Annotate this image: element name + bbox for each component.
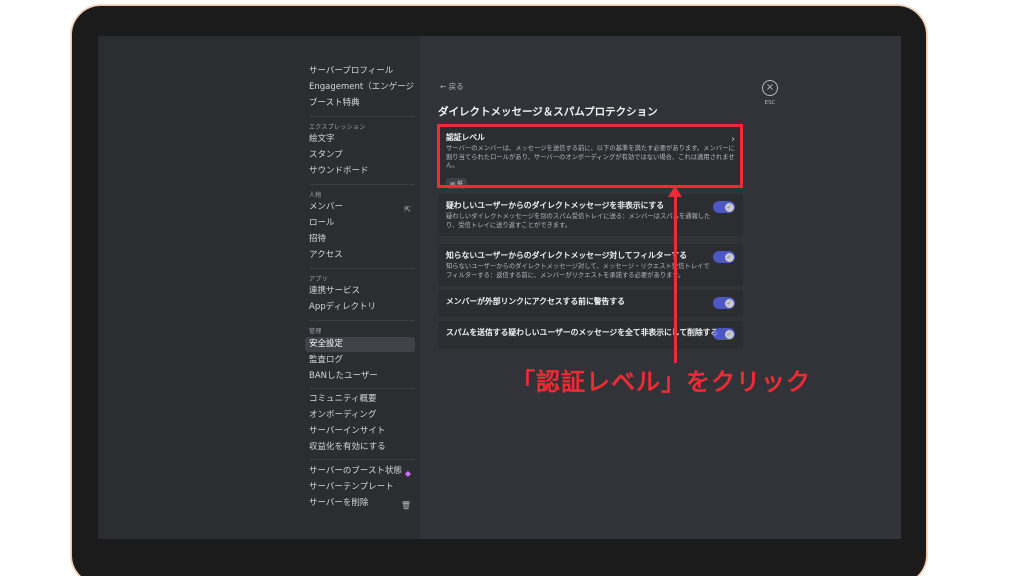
toggle-row-title: 知らないユーザーからのダイレクトメッセージ対してフィルターする xyxy=(446,251,687,260)
sidebar-divider xyxy=(309,184,415,185)
sidebar-item-stickers[interactable]: スタンプ xyxy=(305,148,415,163)
sidebar-item-access[interactable]: アクセス xyxy=(305,248,415,263)
filter-unknown-dm-toggle[interactable]: ✓ xyxy=(713,251,735,263)
sidebar-divider xyxy=(309,459,415,460)
sidebar-item-server-profile[interactable]: サーバープロフィール xyxy=(305,64,415,79)
check-icon: ✓ xyxy=(724,329,734,339)
toggle-row: 知らないユーザーからのダイレクトメッセージ対してフィルターする 知らないユーザー… xyxy=(438,244,743,286)
sidebar-item-enable-monetization[interactable]: 収益化を有効にする xyxy=(305,440,415,455)
sidebar-item-boost-perks[interactable]: ブースト特典 xyxy=(305,96,415,111)
toggle-row-desc: 知らないユーザーからのダイレクトメッセージ対して、メッセージ・リクエスト受信トレ… xyxy=(446,263,710,279)
esc-label: ESC xyxy=(764,100,776,106)
discord-window: サーバープロフィール Engagement（エンゲージメ... ブースト特典 エ… xyxy=(98,36,901,539)
toggle-row: スパムを送信する疑わしいユーザーのメッセージを全て非表示にして削除する ✓ xyxy=(438,321,743,349)
sidebar-header-apps: アプリ xyxy=(309,276,328,283)
server-settings-sidebar: サーバープロフィール Engagement（エンゲージメ... ブースト特典 エ… xyxy=(300,36,420,539)
external-link-icon: ⇱ xyxy=(404,205,411,214)
close-icon: × xyxy=(762,80,778,96)
sidebar-divider xyxy=(309,320,415,321)
boost-gem-icon: ◆ xyxy=(404,469,411,478)
sidebar-header-moderation: 管理 xyxy=(309,328,322,335)
toggle-row-title: 疑わしいユーザーからのダイレクトメッセージを非表示にする xyxy=(446,201,665,210)
arrow-line xyxy=(674,195,677,363)
sidebar-item-bans[interactable]: BANしたユーザー xyxy=(305,369,415,384)
highlight-box xyxy=(437,124,743,188)
back-label: 戻る xyxy=(448,82,464,91)
sidebar-item-members[interactable]: メンバー ⇱ xyxy=(305,200,415,215)
instruction-callout: 「認証レベル」をクリック xyxy=(511,368,811,396)
sidebar-divider xyxy=(309,116,415,117)
sidebar-header-expression: エクスプレッション xyxy=(309,124,366,131)
check-icon: ✓ xyxy=(724,202,734,212)
warn-external-links-toggle[interactable]: ✓ xyxy=(713,297,735,309)
toggle-row-title: メンバーが外部リンクにアクセスする前に警告する xyxy=(446,297,625,306)
sidebar-item-soundboard[interactable]: サウンドボード xyxy=(305,164,415,179)
toggle-row-title: スパムを送信する疑わしいユーザーのメッセージを全て非表示にして削除する xyxy=(446,328,719,337)
toggle-row: 疑わしいユーザーからのダイレクトメッセージを非表示にする 疑わしいダイレクトメッ… xyxy=(438,194,743,236)
sidebar-item-emoji[interactable]: 絵文字 xyxy=(305,132,415,147)
settings-content: ← 戻る ダイレクトメッセージ＆スパムプロテクション × ESC 認証レベル サ… xyxy=(420,36,901,539)
sidebar-item-server-insights[interactable]: サーバーインサイト xyxy=(305,424,415,439)
back-button[interactable]: ← 戻る xyxy=(440,81,464,92)
sidebar-item-label: サーバーのブースト状態 xyxy=(309,466,402,476)
sidebar-item-label: サーバーを削除 xyxy=(309,498,369,508)
trash-icon: 🗑 xyxy=(400,501,411,510)
toggle-row-desc: 疑わしいダイレクトメッセージを別のスパム受信トレイに送る：メンバーはスパムを通報… xyxy=(446,213,711,229)
sidebar-divider xyxy=(309,268,415,269)
sidebar-item-onboarding[interactable]: オンボーディング xyxy=(305,408,415,423)
sidebar-item-label: メンバー xyxy=(309,202,344,212)
check-icon: ✓ xyxy=(724,298,734,308)
sidebar-item-audit-log[interactable]: 監査ログ xyxy=(305,353,415,368)
check-icon: ✓ xyxy=(724,252,734,262)
close-button[interactable]: × ESC xyxy=(762,80,780,106)
sidebar-item-app-directory[interactable]: Appディレクトリ xyxy=(305,300,415,315)
hide-spam-messages-toggle[interactable]: ✓ xyxy=(713,328,735,340)
sidebar-item-boost-status[interactable]: サーバーのブースト状態 ◆ xyxy=(305,464,415,479)
arrow-left-icon: ← xyxy=(440,82,447,91)
page-title: ダイレクトメッセージ＆スパムプロテクション xyxy=(438,106,658,118)
sidebar-item-integrations[interactable]: 連携サービス xyxy=(305,284,415,299)
hide-suspicious-dm-toggle[interactable]: ✓ xyxy=(713,201,735,213)
sidebar-item-safety-setup[interactable]: 安全設定 xyxy=(305,337,415,352)
sidebar-item-server-template[interactable]: サーバーテンプレート xyxy=(305,480,415,495)
sidebar-item-roles[interactable]: ロール xyxy=(305,216,415,231)
sidebar-item-delete-server[interactable]: サーバーを削除 🗑 xyxy=(305,496,415,511)
sidebar-item-invites[interactable]: 招待 xyxy=(305,232,415,247)
sidebar-header-people: 人物 xyxy=(309,192,322,199)
sidebar-item-community-overview[interactable]: コミュニティ概要 xyxy=(305,392,415,407)
sidebar-item-engagement[interactable]: Engagement（エンゲージメ... xyxy=(305,80,415,95)
sidebar-divider xyxy=(309,388,415,389)
toggle-row: メンバーが外部リンクにアクセスする前に警告する ✓ xyxy=(438,290,743,317)
